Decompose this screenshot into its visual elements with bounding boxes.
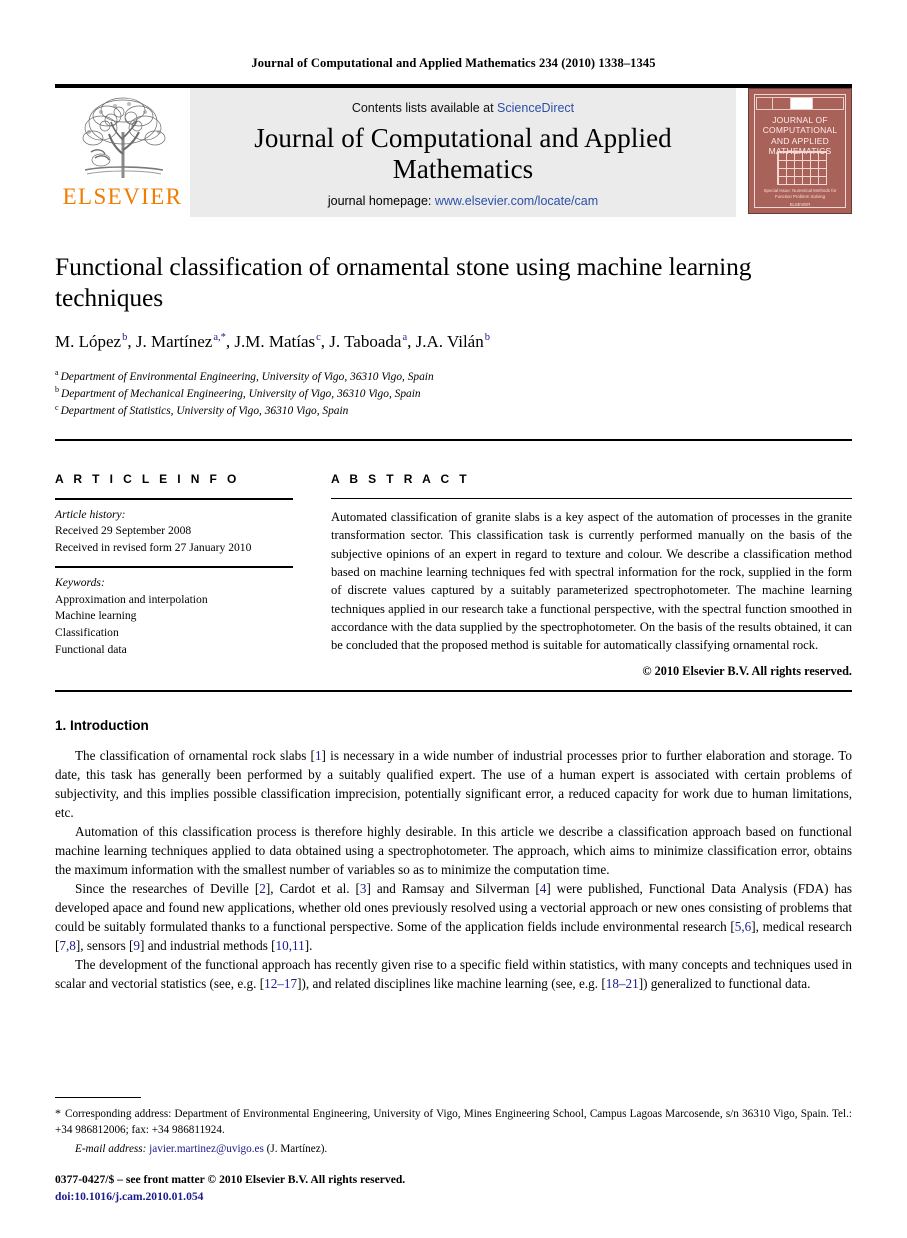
author-name: J. Martínez [135,331,213,351]
article-history-label: Article history: [55,507,126,521]
issn-doi-block: 0377-0427/$ – see front matter © 2010 El… [55,1172,852,1205]
journal-homepage-line: journal homepage: www.elsevier.com/locat… [328,195,598,208]
introduction-body: The classification of ornamental rock sl… [55,746,852,993]
keyword-item: Classification [55,625,119,639]
journal-masthead: ELSEVIER Contents lists available at Sci… [55,83,852,217]
author-name: J. Taboada [329,331,402,351]
paragraph-text: ], Cardot et al. [ [265,880,360,896]
keyword-item: Functional data [55,642,127,656]
author-entry: J. Martíneza,* [136,332,226,351]
paragraph-text: ] and Ramsay and Silverman [ [366,880,540,896]
citation-link[interactable]: 5,6 [735,919,751,934]
author-affiliation-mark: a [402,332,408,344]
doi-link[interactable]: doi:10.1016/j.cam.2010.01.054 [55,1189,852,1205]
email-note: E-mail address: javier.martinez@uvigo.es… [55,1143,852,1155]
email-link[interactable]: javier.martinez@uvigo.es [149,1143,264,1155]
paragraph: Automation of this classification proces… [55,823,852,877]
citation-link[interactable]: 10,11 [276,938,305,953]
author-affiliation-mark: b [484,332,490,344]
citation-link[interactable]: 9 [133,938,140,953]
author-name: J.A. Vilán [415,331,484,351]
paper-page: Journal of Computational and Applied Mat… [0,0,907,1238]
affiliation-item: c Department of Statistics, University of… [55,403,852,420]
author-entry: J. Taboadaa [329,332,407,351]
abstract-column: A B S T R A C T Automated classification… [331,454,852,679]
email-label: E-mail address: [75,1143,147,1156]
citation-link[interactable]: 1 [315,748,322,763]
paragraph-text: ]) generalized to functional data. [638,975,811,991]
author-affiliation-mark: b [122,332,128,344]
author-affiliation-mark: c [316,332,321,344]
homepage-prefix: journal homepage: [327,194,435,209]
paragraph-text: ], sensors [ [75,937,134,953]
paragraph-text: ]. [304,937,313,953]
author-entry: M. Lópezb [55,332,127,351]
journal-title: Journal of Computational and Applied Mat… [254,123,672,185]
affiliation-text: Department of Environmental Engineering,… [60,370,434,383]
paragraph-text: ]), and related disciplines like machine… [297,975,606,991]
author-name: J.M. Matías [234,331,316,351]
sciencedirect-link[interactable]: ScienceDirect [497,101,574,115]
paragraph: Since the researches of Deville [2], Car… [55,879,852,955]
affiliation-item: a Department of Environmental Engineering… [55,369,852,386]
footnote-area: * Corresponding address: Department of En… [55,1097,852,1205]
article-info-heading: A R T I C L E I N F O [55,471,240,486]
title-block-bottom-rule [55,438,852,441]
cover-subtitle: Special Issue: Numerical Methods for Fun… [763,187,837,200]
title-block: Functional classification of ornamental … [55,251,852,421]
article-info-column: A R T I C L E I N F O Article history: R… [55,454,293,679]
running-head: Journal of Computational and Applied Mat… [251,56,656,70]
journal-header-box: Contents lists available at ScienceDirec… [190,87,736,217]
paragraph: The development of the functional approa… [55,955,852,993]
keywords-group: Keywords: Approximation and interpolatio… [55,568,293,667]
article-history-group: Article history: Received 29 September 2… [55,500,293,566]
paragraph: The classification of ornamental rock sl… [55,746,852,822]
affiliation-item: b Department of Mechanical Engineering, U… [55,386,852,403]
article-history-item: Received in revised form 27 January 2010 [55,541,252,555]
abstract-text: Automated classification of granite slab… [331,509,852,653]
citation-link[interactable]: 2 [259,881,266,896]
contents-prefix: Contents lists available at [351,100,498,115]
affiliation-text: Department of Statistics, University of … [60,405,349,418]
corresponding-author-note: * Corresponding address: Department of En… [55,1105,852,1139]
cover-footer: ELSEVIER [789,201,811,207]
author-entry: J.A. Vilánb [416,332,490,351]
keyword-item: Machine learning [55,609,137,623]
journal-homepage-link[interactable]: www.elsevier.com/locate/cam [435,194,598,208]
info-abstract-row: A R T I C L E I N F O Article history: R… [55,454,852,679]
author-name: M. López [55,331,122,351]
cover-top-bar [756,96,844,110]
author-entry: J.M. Matíasc [234,332,320,351]
corresponding-text: Corresponding address: Department of Env… [55,1108,852,1137]
issn-line: 0377-0427/$ – see front matter © 2010 El… [55,1173,406,1187]
contents-available-line: Contents lists available at ScienceDirec… [351,100,574,115]
abstract-copyright: © 2010 Elsevier B.V. All rights reserved… [642,663,852,678]
cover-grid-graphic [777,150,827,185]
keywords-label: Keywords: [55,575,105,589]
affiliation-text: Department of Mechanical Engineering, Un… [61,388,421,401]
citation-link[interactable]: 7,8 [59,938,75,953]
elsevier-logo: ELSEVIER [55,88,190,208]
elsevier-tree-icon [71,92,175,184]
section-heading-introduction: 1. Introduction [55,717,149,733]
abstract-bottom-rule [55,689,852,692]
article-history-item: Received 29 September 2008 [55,524,192,538]
keyword-item: Approximation and interpolation [55,592,208,606]
paragraph-text: Since the researches of Deville [ [75,880,260,896]
elsevier-wordmark: ELSEVIER [62,183,183,209]
author-list: M. Lópezb, J. Martíneza,*, J.M. Matíasc,… [55,331,490,351]
email-suffix: (J. Martínez). [266,1143,328,1156]
abstract-heading: A B S T R A C T [331,471,470,486]
author-affiliation-mark: a,* [213,332,226,344]
paragraph-text: The classification of ornamental rock sl… [75,747,315,763]
citation-link[interactable]: 18–21 [606,976,639,991]
page-title: Functional classification of ornamental … [55,251,752,313]
affiliation-list: a Department of Environmental Engineering… [55,369,852,421]
paragraph-text: ] and industrial methods [ [140,937,276,953]
corresponding-mark: * [55,1106,61,1121]
citation-link[interactable]: 12–17 [264,976,297,991]
journal-cover-thumbnail: JOURNAL OF COMPUTATIONAL AND APPLIED MAT… [748,87,852,214]
footnote-rule [55,1097,141,1099]
